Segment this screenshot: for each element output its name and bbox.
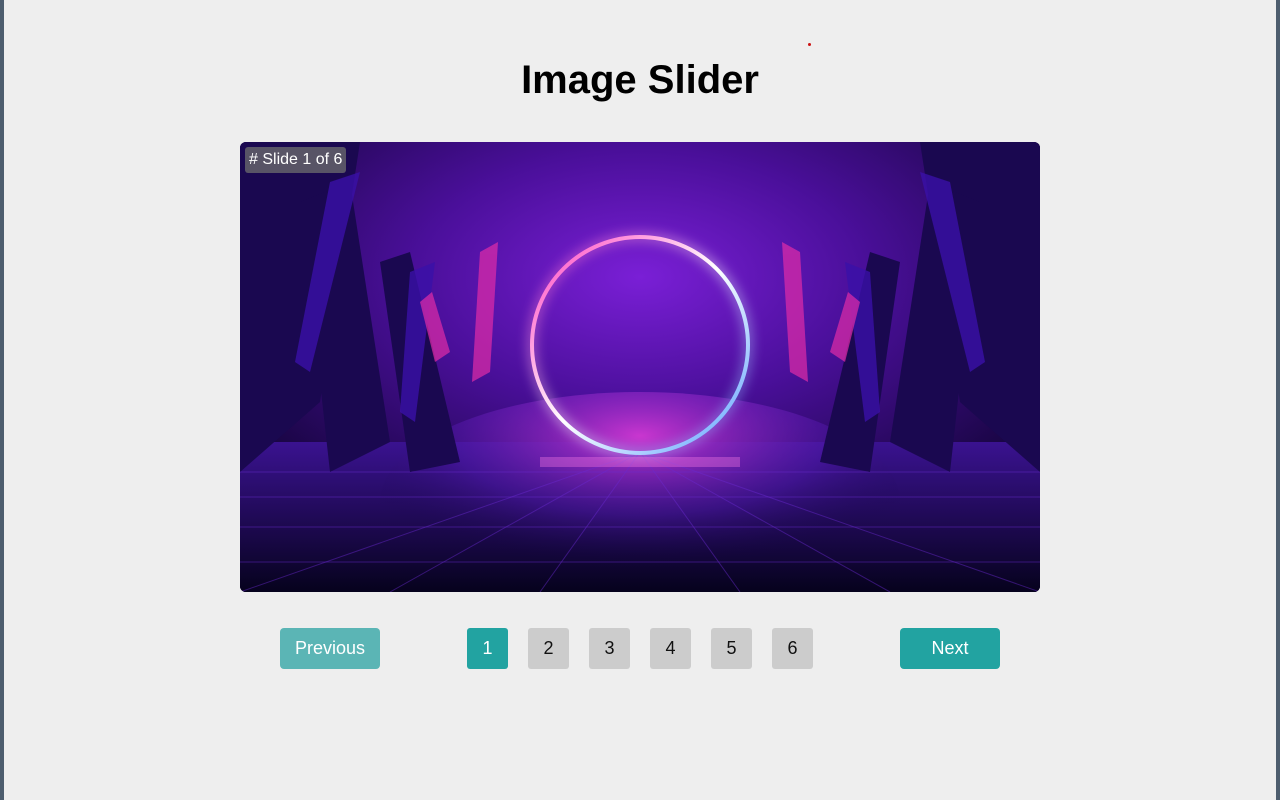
page-title: Image Slider xyxy=(521,58,759,102)
pagination: 1 2 3 4 5 6 xyxy=(467,628,813,669)
previous-button[interactable]: Previous xyxy=(280,628,380,669)
page-button-6[interactable]: 6 xyxy=(772,628,813,669)
slide-counter-label: # Slide 1 of 6 xyxy=(245,147,347,173)
slide-image-container: # Slide 1 of 6 xyxy=(240,142,1040,592)
page-button-5[interactable]: 5 xyxy=(711,628,752,669)
page-button-2[interactable]: 2 xyxy=(528,628,569,669)
page-button-1[interactable]: 1 xyxy=(467,628,508,669)
neon-ring-image xyxy=(240,142,1040,592)
cursor-marker xyxy=(808,43,811,46)
page-button-4[interactable]: 4 xyxy=(650,628,691,669)
page-button-3[interactable]: 3 xyxy=(589,628,630,669)
next-button[interactable]: Next xyxy=(900,628,1000,669)
